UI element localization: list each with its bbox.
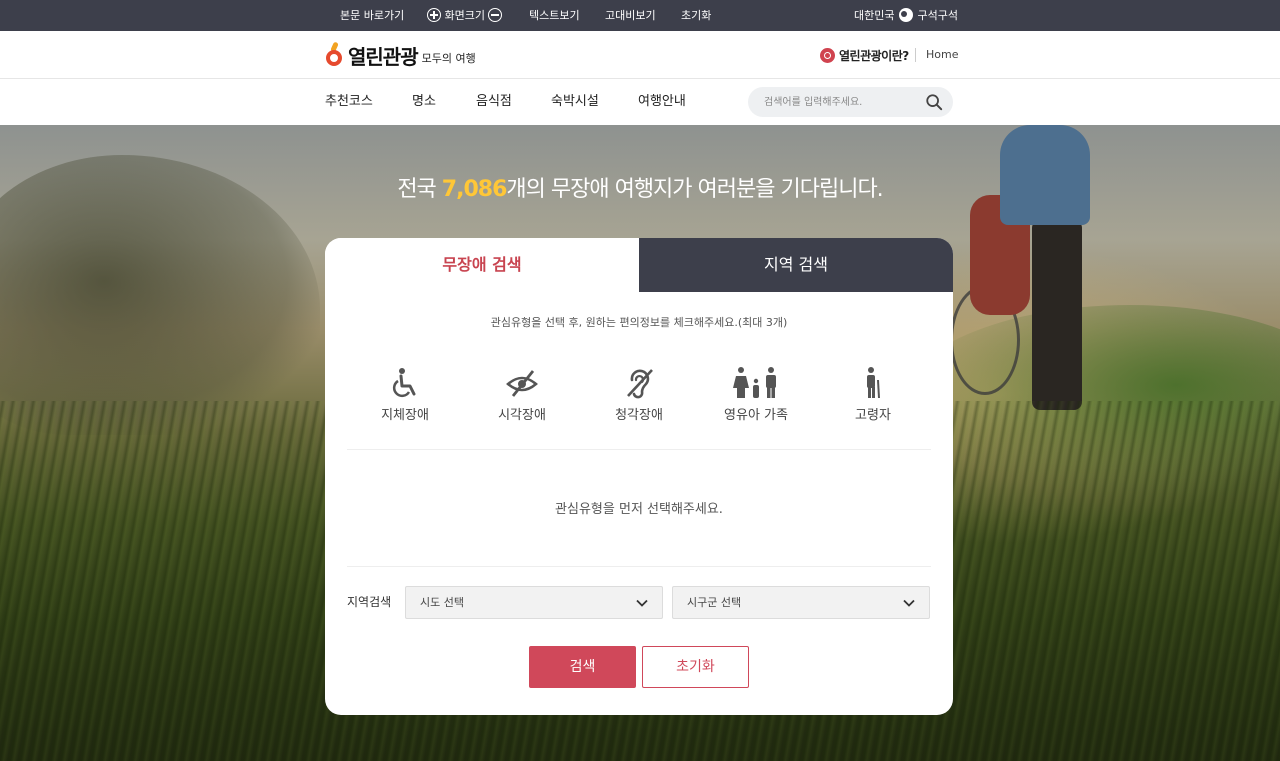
type-label: 지체장애 [381,408,429,423]
nav-item-restaurants[interactable]: 음식점 [476,79,512,125]
guide-text: 관심유형을 선택 후, 원하는 편의정보를 체크해주세요.(최대 3개) [490,316,788,329]
hero-section: 전국 7,086개의 무장애 여행지가 여러분을 기다립니다. 무장애 검색 지… [0,125,1280,761]
type-label: 청각장애 [615,408,663,423]
font-size-control: 화면크기 [427,0,503,31]
hero-title: 전국 7,086개의 무장애 여행지가 여러분을 기다립니다. [0,171,1280,203]
reset-view-link[interactable]: 초기화 [681,0,711,31]
site-logo[interactable]: 열린관광 모두의 여행 [324,39,476,71]
type-infant-family[interactable]: 영유아 가족 [698,366,814,436]
home-link[interactable]: Home [926,31,958,79]
search-box [748,87,953,117]
skip-to-content-link[interactable]: 본문 바로가기 [340,0,404,31]
korea-tourism-link[interactable]: 대한민국 구석구석 [854,0,958,31]
font-size-label: 화면크기 [444,9,485,22]
family-icon [733,367,776,398]
hearing-impairment-icon [627,369,653,399]
empty-state-message: 관심유형을 먼저 선택해주세요. [555,502,723,517]
type-label: 고령자 [855,408,891,423]
province-select[interactable]: 시도 선택 [405,586,663,619]
type-label: 시각장애 [498,408,546,423]
about-link-label: 열린관광이란? [839,48,909,63]
hero-wheelchair-figure [950,125,1120,415]
district-select-value: 시구군 선택 [687,596,742,609]
main-nav: 추천코스 명소 음식점 숙박시설 여행안내 [0,79,1280,125]
logo-subtitle: 모두의 여행 [421,52,476,65]
elderly-icon [867,367,880,399]
type-physical-disability[interactable]: 지체장애 [347,366,463,436]
district-select[interactable]: 시구군 선택 [672,586,930,619]
destination-count: 7,086 [441,177,508,202]
province-select-value: 시도 선택 [420,596,464,609]
hero-title-suffix: 개의 무장애 여행지가 여러분을 기다립니다. [506,177,883,202]
about-link[interactable]: 열린관광이란? [820,31,909,79]
nav-item-accommodation[interactable]: 숙박시설 [551,79,599,125]
korea-tourism-logo-icon [898,8,913,22]
chevron-down-icon [636,599,648,607]
type-label: 영유아 가족 [724,408,788,423]
type-visual-impairment[interactable]: 시각장애 [464,366,580,436]
type-hearing-impairment[interactable]: 청각장애 [581,366,697,436]
type-elderly[interactable]: 고령자 [815,366,931,436]
region-search-label: 지역검색 [347,595,392,609]
about-logo-icon [820,47,835,63]
divider [347,566,931,567]
logo-mark-icon [324,41,344,68]
utility-bar: 본문 바로가기 화면크기 텍스트보기 고대비보기 초기화 대한민국 구석구석 [0,0,1280,31]
zoom-in-icon[interactable] [427,8,441,22]
hero-title-prefix: 전국 [397,177,442,202]
search-button[interactable]: 검색 [529,646,636,688]
divider [347,449,931,450]
nav-item-courses[interactable]: 추천코스 [325,79,373,125]
text-view-link[interactable]: 텍스트보기 [529,0,580,31]
search-icon[interactable] [925,93,943,111]
header-divider [915,48,916,62]
site-header: 열린관광 모두의 여행 열린관광이란? Home [0,31,1280,79]
nav-item-attractions[interactable]: 명소 [412,79,436,125]
tab-region-search[interactable]: 지역 검색 [639,238,953,292]
tab-barrier-free-search[interactable]: 무장애 검색 [325,238,639,292]
wheelchair-icon [392,368,416,398]
logo-text: 열린관광 [348,44,419,69]
org-suffix: 구석구석 [917,9,958,22]
chevron-down-icon [903,599,915,607]
reset-button[interactable]: 초기화 [642,646,749,688]
search-panel: 무장애 검색 지역 검색 관심유형을 선택 후, 원하는 편의정보를 체크해주세… [325,238,953,715]
interest-type-list: 지체장애 시각장애 청각장애 영유아 가족 고령자 [347,366,931,436]
nav-item-travel-guide[interactable]: 여행안내 [638,79,686,125]
high-contrast-link[interactable]: 고대비보기 [605,0,656,31]
search-input[interactable] [764,87,914,117]
zoom-out-icon[interactable] [488,8,503,22]
org-prefix: 대한민국 [854,9,895,22]
visual-impairment-icon [506,370,538,397]
